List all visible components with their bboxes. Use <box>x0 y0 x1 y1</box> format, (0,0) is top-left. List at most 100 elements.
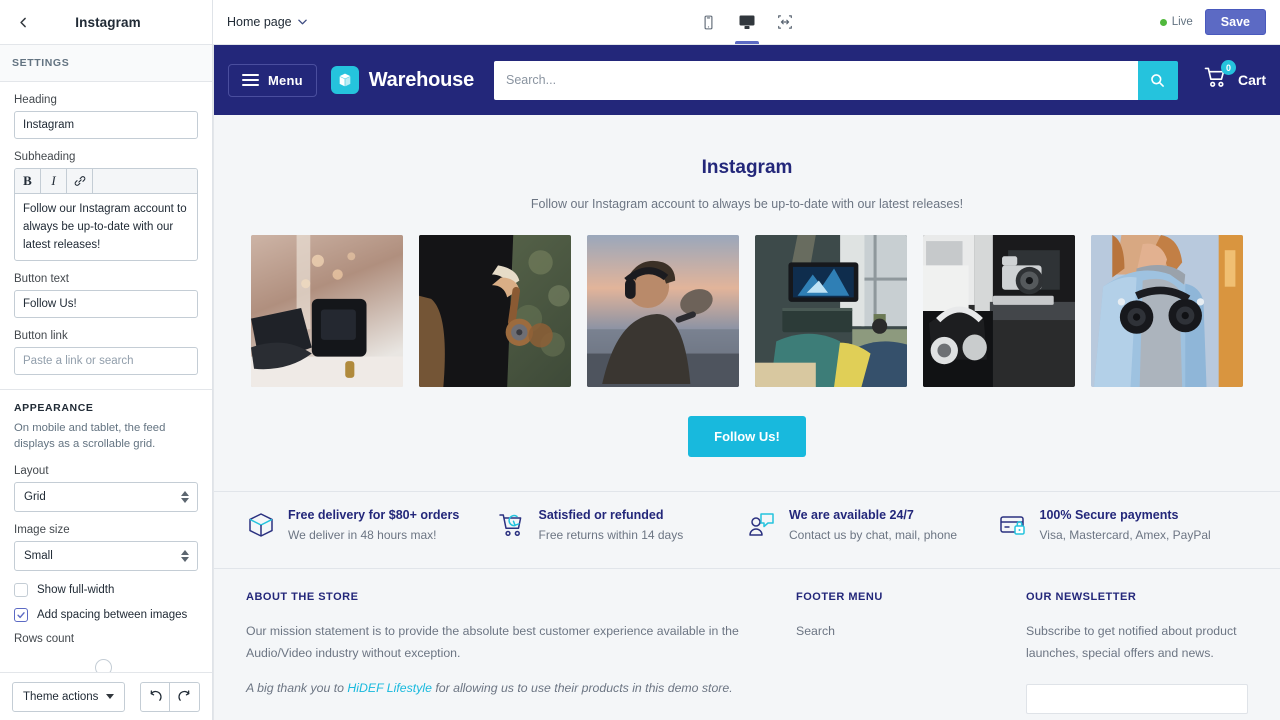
layout-field: Layout Grid <box>14 465 198 512</box>
layout-value: Grid <box>24 491 46 503</box>
search-input[interactable]: Search... <box>494 60 1138 100</box>
search-button[interactable] <box>1137 60 1178 100</box>
subheading-field: Subheading B I Follow our Instagram acco… <box>14 151 198 261</box>
show-full-width-checkbox[interactable] <box>14 583 28 597</box>
benefit-title: We are available 24/7 <box>789 508 914 522</box>
benefit-item: We are available 24/7 Contact us by chat… <box>747 508 998 542</box>
instagram-image-6[interactable] <box>1091 235 1243 387</box>
benefit-subtitle: We deliver in 48 hours max! <box>288 528 437 542</box>
editor-main: Home page Live Save Menu Warehouse Searc… <box>213 0 1280 720</box>
appearance-group: APPEARANCE On mobile and tablet, the fee… <box>0 390 212 685</box>
instagram-image-3[interactable] <box>587 235 739 387</box>
benefit-title: Satisfied or refunded <box>538 508 664 522</box>
instagram-subtitle: Follow our Instagram account to always b… <box>530 197 964 211</box>
stepper-caret-icon <box>181 550 189 562</box>
device-mobile-button[interactable] <box>692 0 726 44</box>
bold-button[interactable]: B <box>15 169 41 193</box>
store-footer: ABOUT THE STORE Our mission statement is… <box>214 568 1280 714</box>
image-size-value: Small <box>24 550 53 562</box>
image-size-select[interactable]: Small <box>14 541 198 571</box>
rows-count-slider[interactable] <box>14 653 198 676</box>
secure-card-icon <box>998 510 1028 540</box>
redo-icon[interactable] <box>170 681 200 712</box>
credit-suffix: for allowing us to use their products in… <box>431 681 733 695</box>
benefit-title: 100% Secure payments <box>1039 508 1179 522</box>
add-spacing-checkbox[interactable] <box>14 608 28 622</box>
menu-button[interactable]: Menu <box>228 63 317 97</box>
footer-about-credit: A big thank you to HiDEF Lifestyle for a… <box>246 677 756 699</box>
rich-text-editor[interactable]: B I Follow our Instagram account to alwa… <box>14 168 198 261</box>
cart-return-icon <box>497 510 527 540</box>
footer-menu-column: FOOTER MENU Search <box>796 591 1026 714</box>
instagram-image-2[interactable] <box>419 235 571 387</box>
benefit-title: Free delivery for $80+ orders <box>288 508 460 522</box>
instagram-section: Instagram Follow our Instagram account t… <box>214 115 1280 491</box>
add-spacing-row[interactable]: Add spacing between images <box>14 608 198 622</box>
rows-count-field: Rows count <box>14 633 198 676</box>
instagram-image-1[interactable] <box>251 235 403 387</box>
cart-button[interactable]: 0 Cart <box>1204 60 1266 94</box>
brand-logo[interactable]: Warehouse <box>330 66 475 94</box>
footer-about-body: Our mission statement is to provide the … <box>246 624 739 660</box>
link-icon[interactable] <box>67 169 93 193</box>
save-button[interactable]: Save <box>1204 9 1266 35</box>
page-picker[interactable]: Home page <box>227 15 307 29</box>
footer-newsletter-column: OUR NEWSLETTER Subscribe to get notified… <box>1026 591 1248 714</box>
italic-button[interactable]: I <box>41 169 67 193</box>
live-dot-icon <box>1159 18 1167 26</box>
footer-menu-item-search[interactable]: Search <box>796 620 1026 642</box>
rows-count-label: Rows count <box>14 633 75 645</box>
content-settings-group: Heading Instagram Subheading B I Follow … <box>0 82 212 390</box>
brand-name: Warehouse <box>368 68 475 91</box>
newsletter-email-input[interactable] <box>1026 684 1248 714</box>
appearance-label: APPEARANCE <box>14 402 94 414</box>
theme-actions-button[interactable]: Theme actions <box>12 681 126 712</box>
theme-editor: Instagram SETTINGS Heading Instagram Sub… <box>0 0 1280 720</box>
heading-label: Heading <box>14 94 57 106</box>
instagram-cta: Follow Us! <box>214 416 1280 491</box>
instagram-image-grid <box>214 235 1280 387</box>
show-full-width-row[interactable]: Show full-width <box>14 583 198 597</box>
button-link-input[interactable]: Paste a link or search <box>14 347 198 375</box>
footer-newsletter-body: Subscribe to get notified about product … <box>1026 624 1237 660</box>
instagram-image-4[interactable] <box>755 235 907 387</box>
undo-icon[interactable] <box>140 681 170 712</box>
benefit-subtitle: Visa, Mastercard, Amex, PayPal <box>1039 528 1211 542</box>
device-fullwidth-button[interactable] <box>768 0 802 44</box>
benefit-subtitle: Contact us by chat, mail, phone <box>789 528 958 542</box>
store-preview: Menu Warehouse Search... 0 Cart Instagra… <box>213 45 1280 720</box>
undo-redo-group <box>140 681 200 712</box>
footer-menu-heading: FOOTER MENU <box>796 591 883 603</box>
cart-count-badge: 0 <box>1220 60 1236 75</box>
editor-topbar: Home page Live Save <box>213 0 1280 45</box>
footer-about-column: ABOUT THE STORE Our mission statement is… <box>246 591 796 714</box>
settings-section-label: SETTINGS <box>0 45 212 82</box>
subheading-input[interactable]: Follow our Instagram account to always b… <box>15 194 197 260</box>
menu-label: Menu <box>268 72 303 88</box>
box-icon <box>246 510 276 540</box>
layout-select[interactable]: Grid <box>14 482 198 512</box>
button-link-label: Button link <box>14 330 68 342</box>
footer-about-heading: ABOUT THE STORE <box>246 591 359 603</box>
button-text-input[interactable]: Follow Us! <box>14 290 198 318</box>
hamburger-icon <box>242 74 259 86</box>
button-link-field: Button link Paste a link or search <box>14 330 198 375</box>
chevron-down-icon <box>297 19 307 25</box>
footer-newsletter-heading: OUR NEWSLETTER <box>1026 591 1137 603</box>
button-text-field: Button text Follow Us! <box>14 273 198 318</box>
instagram-image-5[interactable] <box>923 235 1075 387</box>
topbar-right: Live Save <box>1159 9 1266 35</box>
sidebar-scroll-area[interactable]: Heading Instagram Subheading B I Follow … <box>0 82 212 720</box>
chevron-down-icon <box>106 694 115 699</box>
hidef-lifestyle-link[interactable]: HiDEF Lifestyle <box>347 681 432 695</box>
benefit-subtitle: Free returns within 14 days <box>538 528 684 542</box>
search-icon <box>1151 73 1165 87</box>
heading-input[interactable]: Instagram <box>14 111 198 139</box>
device-desktop-button[interactable] <box>730 0 764 44</box>
sidebar-header: Instagram <box>0 0 212 45</box>
follow-us-button[interactable]: Follow Us! <box>688 416 806 457</box>
box-logo-icon <box>330 66 359 94</box>
image-size-field: Image size Small <box>14 524 198 571</box>
device-preview-tabs <box>692 0 802 45</box>
live-label: Live <box>1171 16 1193 28</box>
